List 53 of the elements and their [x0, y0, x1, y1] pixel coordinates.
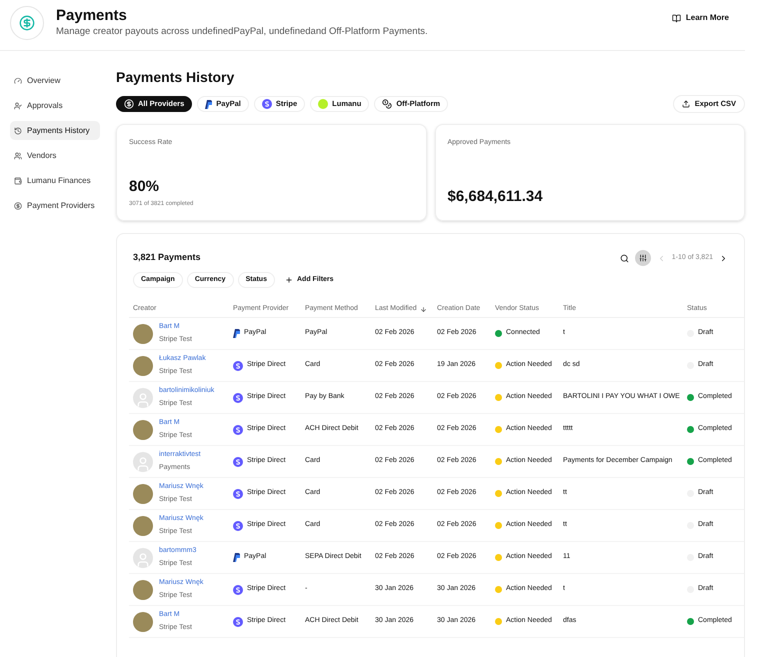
sidebar-item[interactable]: Approvals [10, 96, 100, 115]
avatar-photo-placeholder [133, 324, 153, 344]
avatar-photo-placeholder [133, 420, 153, 440]
sidebar-icon [14, 102, 22, 110]
stat-value: 80% [129, 176, 160, 196]
avatar-photo-placeholder [133, 580, 153, 600]
search-icon[interactable] [620, 254, 629, 262]
sidebar-icon [14, 76, 22, 84]
sidebar-item[interactable]: Vendors [10, 146, 100, 165]
avatar-photo-placeholder [133, 612, 153, 632]
sidebar-icon [14, 202, 22, 210]
stripe-icon [233, 360, 243, 370]
avatar-photo-placeholder [133, 516, 153, 536]
sidebar-icon [14, 152, 22, 160]
page-header-subtitle: Manage creator payouts across undefinedPayPal, undefinedand Off-Platform Payments. [56, 24, 428, 39]
person-icon [135, 552, 151, 568]
sidebar-icon [14, 176, 22, 184]
sidebar-item[interactable]: Payments History [10, 121, 100, 140]
sort-arrow-icon[interactable] [420, 306, 427, 313]
paypal-icon [205, 100, 212, 108]
lumanu-icon [318, 99, 328, 109]
dollar-icon [124, 99, 134, 109]
logo-badge [10, 6, 44, 40]
stripe-icon [233, 424, 243, 434]
next-page-icon[interactable] [719, 254, 728, 262]
coins-icon [382, 99, 392, 109]
learn-more-button[interactable]: Learn More [672, 12, 729, 24]
person-icon [135, 392, 151, 408]
avatar-photo-placeholder [133, 484, 153, 504]
book-icon [672, 14, 681, 22]
filter-toggle-button[interactable] [634, 250, 651, 266]
sidebar-item[interactable]: Payment Providers [10, 196, 100, 215]
stripe-icon [233, 584, 243, 594]
avatar-photo-placeholder [133, 356, 153, 376]
stripe-icon [262, 99, 272, 109]
sidebar-item[interactable]: Overview [10, 71, 100, 90]
stripe-icon [233, 456, 243, 466]
stripe-icon [233, 520, 243, 530]
person-icon [135, 456, 151, 472]
paypal-icon [233, 553, 240, 562]
page-header-title: Payments [56, 6, 128, 25]
sidebar-icon [14, 126, 22, 134]
stripe-icon [233, 616, 243, 626]
section-title: Payments History [116, 68, 236, 87]
stripe-icon [233, 488, 243, 498]
stripe-icon [233, 392, 243, 402]
plus-icon [284, 276, 293, 284]
upload-icon [682, 100, 690, 108]
table-title: 3,821 Payments [133, 251, 201, 264]
stat-value: $6,684,611.34 [448, 186, 543, 206]
sliders-icon [638, 254, 647, 262]
sidebar-item[interactable]: Lumanu Finances [10, 171, 100, 190]
paypal-icon [233, 329, 240, 338]
